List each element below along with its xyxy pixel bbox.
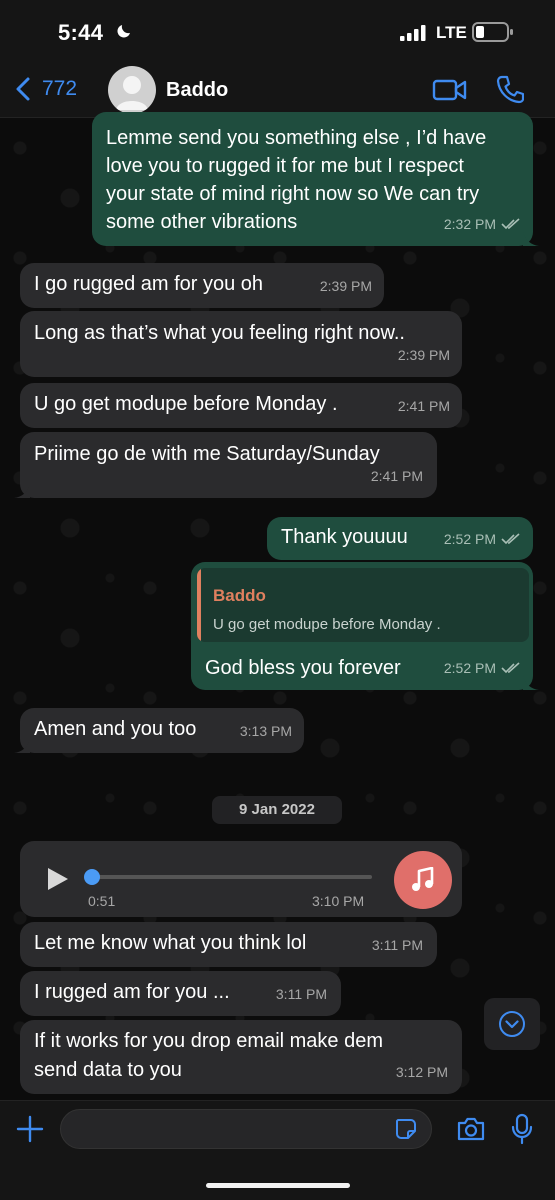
message-time: 2:52 PM xyxy=(443,531,496,547)
message-time: 2:41 PM xyxy=(370,468,423,484)
message-meta: 2:41 PM xyxy=(371,462,423,490)
message-text: send data to you xyxy=(34,1059,182,1081)
person-icon xyxy=(116,76,148,110)
quote-author: Baddo xyxy=(213,586,266,605)
message-text: God bless you forever xyxy=(205,657,401,679)
message-time: 3:13 PM xyxy=(239,723,292,739)
message-bubble-incoming[interactable]: U go get modupe before Monday . 2:41 PM xyxy=(20,383,462,428)
chevron-down-circle-icon xyxy=(499,1011,525,1037)
message-text: I go rugged am for you oh xyxy=(34,273,264,295)
home-indicator xyxy=(206,1183,350,1188)
message-bubble-incoming[interactable]: I go rugged am for you oh 2:39 PM xyxy=(20,263,384,308)
quote-text: U go get modupe before Monday . xyxy=(213,616,441,633)
date-divider: 9 Jan 2022 xyxy=(212,796,342,824)
bubble-tail xyxy=(14,739,30,753)
voice-note-bubble[interactable]: 0:51 3:10 PM xyxy=(20,841,462,917)
message-meta: 3:11 PM xyxy=(276,980,327,1008)
bubble-tail xyxy=(14,484,30,498)
contact-avatar[interactable] xyxy=(108,66,156,114)
back-button[interactable]: 772 xyxy=(14,76,77,102)
microphone-icon[interactable] xyxy=(510,1113,534,1145)
message-bubble-incoming[interactable]: If it works for you drop email make dem … xyxy=(20,1020,462,1094)
music-note-icon xyxy=(412,867,434,891)
message-text: Long as that’s what you feeling right no… xyxy=(34,322,405,344)
video-camera-icon[interactable] xyxy=(432,77,468,103)
plus-icon[interactable] xyxy=(16,1115,44,1143)
read-ticks-icon xyxy=(501,662,520,674)
message-bubble-incoming[interactable]: Long as that’s what you feeling right no… xyxy=(20,311,462,377)
message-bubble-outgoing-reply[interactable]: Baddo U go get modupe before Monday . Go… xyxy=(191,562,539,690)
camera-icon[interactable] xyxy=(456,1115,486,1143)
message-bubble-incoming[interactable]: Priime go de with me Saturday/Sunday 2:4… xyxy=(14,432,437,498)
voice-progress-track[interactable] xyxy=(92,875,372,879)
message-input[interactable] xyxy=(60,1109,432,1149)
message-text: U go get modupe before Monday . xyxy=(34,393,338,415)
message-text: Lemme send you something else , I’d have xyxy=(106,127,487,149)
message-meta: 2:52 PM xyxy=(444,525,521,553)
message-time: 3:10 PM xyxy=(312,893,365,909)
message-meta: 2:39 PM xyxy=(398,341,450,369)
contact-name[interactable]: Baddo xyxy=(166,79,228,102)
message-time: 3:12 PM xyxy=(395,1064,448,1080)
message-time: 2:52 PM xyxy=(443,660,496,676)
message-meta: 3:12 PM xyxy=(396,1058,448,1086)
message-text: Amen and you too xyxy=(34,718,197,740)
message-bubble-incoming[interactable]: Amen and you too 3:13 PM xyxy=(14,708,304,753)
message-time: 3:11 PM xyxy=(371,937,423,953)
voice-note-avatar xyxy=(394,851,452,909)
quoted-message[interactable]: Baddo U go get modupe before Monday . xyxy=(197,568,529,642)
message-composer xyxy=(0,1100,555,1200)
message-time: 3:11 PM xyxy=(275,986,327,1002)
message-text: Let me know what you think lol xyxy=(34,932,307,954)
network-type: LTE xyxy=(436,23,467,42)
battery-icon xyxy=(472,22,513,42)
status-bar: 5:44 LTE xyxy=(0,0,555,62)
message-time: 2:32 PM xyxy=(443,216,496,232)
message-meta: 3:13 PM xyxy=(240,717,292,745)
voice-duration: 0:51 xyxy=(88,893,116,909)
message-text: Thank youuuu xyxy=(281,526,408,548)
message-meta: 3:10 PM xyxy=(312,887,364,915)
message-bubble-outgoing[interactable]: Lemme send you something else , I’d have… xyxy=(92,112,539,246)
message-meta: 2:39 PM xyxy=(320,272,372,300)
message-meta: 2:52 PM xyxy=(444,654,521,682)
message-meta: 2:32 PM xyxy=(444,210,521,238)
play-icon[interactable] xyxy=(46,866,70,892)
read-ticks-icon xyxy=(501,533,520,545)
message-text: Priime go de with me Saturday/Sunday xyxy=(34,443,380,465)
message-time: 2:39 PM xyxy=(397,347,450,363)
sticker-icon[interactable] xyxy=(394,1117,418,1141)
message-meta: 3:11 PM xyxy=(372,931,423,959)
message-time: 2:39 PM xyxy=(319,278,372,294)
bubble-tail xyxy=(523,232,539,246)
message-time: 2:41 PM xyxy=(397,398,450,414)
scroll-to-bottom-button[interactable] xyxy=(484,998,540,1050)
message-text: your state of mind right now so We can t… xyxy=(106,183,480,205)
quote-accent-bar xyxy=(197,568,201,642)
chat-header: 772 Baddo xyxy=(0,62,555,118)
message-text: love you to rugged it for me but I respe… xyxy=(106,155,464,177)
message-text: I rugged am for you ... xyxy=(34,981,230,1003)
moon-icon xyxy=(117,25,130,38)
message-bubble-outgoing[interactable]: Thank youuuu 2:52 PM xyxy=(267,517,533,560)
read-ticks-icon xyxy=(501,218,520,230)
chevron-left-icon xyxy=(16,77,30,101)
status-time: 5:44 xyxy=(58,20,104,45)
voice-progress-handle[interactable] xyxy=(84,869,100,885)
signal-bars-icon xyxy=(400,25,426,41)
message-text: some other vibrations xyxy=(106,211,298,233)
message-text: If it works for you drop email make dem xyxy=(34,1030,384,1052)
phone-icon[interactable] xyxy=(496,74,524,104)
message-bubble-incoming[interactable]: Let me know what you think lol 3:11 PM xyxy=(20,922,437,967)
message-bubble-incoming[interactable]: I rugged am for you ... 3:11 PM xyxy=(20,971,341,1016)
message-meta: 2:41 PM xyxy=(398,392,450,420)
bubble-tail xyxy=(523,676,539,690)
unread-count: 772 xyxy=(42,77,78,100)
